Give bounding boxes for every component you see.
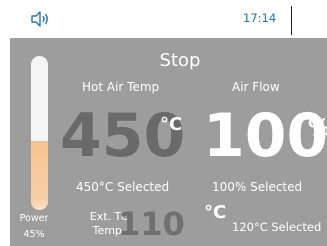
speaker-icon[interactable] bbox=[30, 10, 50, 32]
power-value: 45% bbox=[23, 229, 45, 240]
hot-air-temp-unit: °C bbox=[160, 114, 183, 135]
air-flow-unit: % bbox=[308, 116, 327, 141]
air-flow-selected: 100% Selected bbox=[212, 180, 303, 194]
power-bar-fill bbox=[31, 140, 48, 210]
air-flow-label: Air Flow bbox=[232, 80, 280, 94]
clock-time: 17:14 bbox=[243, 11, 277, 25]
ext-tc-unit: °C bbox=[204, 202, 227, 223]
hot-air-temp-label: Hot Air Temp bbox=[82, 80, 160, 94]
divider bbox=[291, 6, 292, 35]
ext-tc-value[interactable]: 110 bbox=[118, 207, 185, 241]
power-bar bbox=[31, 56, 48, 210]
hot-air-temp-selected: 450°C Selected bbox=[76, 180, 170, 194]
power-label: Power bbox=[19, 213, 49, 224]
status-text: Stop bbox=[159, 50, 201, 71]
control-panel: Power 45% Stop Hot Air Temp Air Flow 450… bbox=[10, 38, 327, 246]
ext-tc-selected: 120°C Selected bbox=[232, 220, 322, 234]
status-bar: 17:14 bbox=[0, 0, 327, 38]
